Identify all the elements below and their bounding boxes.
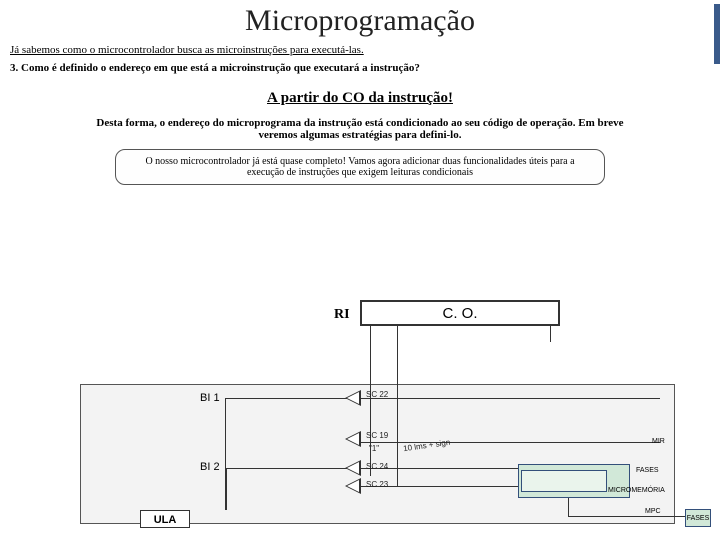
mm-down xyxy=(568,498,569,516)
sc23-label: SC 23 xyxy=(366,480,388,489)
intro-text: Já sabemos como o microcontrolador busca… xyxy=(10,44,710,56)
buffer-sc24 xyxy=(345,460,361,476)
buffer-sc23 xyxy=(345,478,361,494)
diagram-area: RI C. O. BI 1 SC 22 SC 19 "1" 10 lms + s… xyxy=(0,294,720,544)
ula-box: ULA xyxy=(140,510,190,528)
mir-label: MIR xyxy=(652,438,665,445)
mid-row xyxy=(360,442,660,443)
wire-co-down-3 xyxy=(550,326,551,342)
wire-co-down-2 xyxy=(397,326,398,486)
sc19-label: SC 19 xyxy=(366,431,388,440)
question-text: 3. Como é definido o endereço em que est… xyxy=(10,62,710,74)
buffer-sc19 xyxy=(345,431,361,447)
bus-background xyxy=(80,384,675,524)
micromem-label: MICROMEMÓRIA xyxy=(608,487,665,494)
mpc-wire xyxy=(568,516,685,517)
callout-box: O nosso microcontrolador já está quase c… xyxy=(115,149,605,185)
sc22-label: SC 22 xyxy=(366,390,388,399)
page-title: Microprogramação xyxy=(0,4,720,38)
side-accent xyxy=(714,4,720,64)
bi1-bus xyxy=(225,398,660,399)
wire-co-down-1 xyxy=(370,326,371,476)
sc24-label: SC 24 xyxy=(366,462,388,471)
co-box: C. O. xyxy=(360,300,560,326)
answer-text: A partir do CO da instrução! xyxy=(0,90,720,107)
buffer-sc22 xyxy=(345,390,361,406)
bi2-label: BI 2 xyxy=(200,461,220,473)
micromemory-inner xyxy=(521,470,607,492)
fases-label-1: FASES xyxy=(636,467,659,474)
bi2-down xyxy=(226,468,227,510)
bi1-label: BI 1 xyxy=(200,392,220,404)
mpc-label: MPC xyxy=(645,508,661,515)
paragraph-1: Desta forma, o endereço do microprograma… xyxy=(90,117,630,141)
fases-box-2: FASES xyxy=(685,509,711,527)
ri-label: RI xyxy=(334,307,350,323)
one-label: "1" xyxy=(369,444,379,453)
